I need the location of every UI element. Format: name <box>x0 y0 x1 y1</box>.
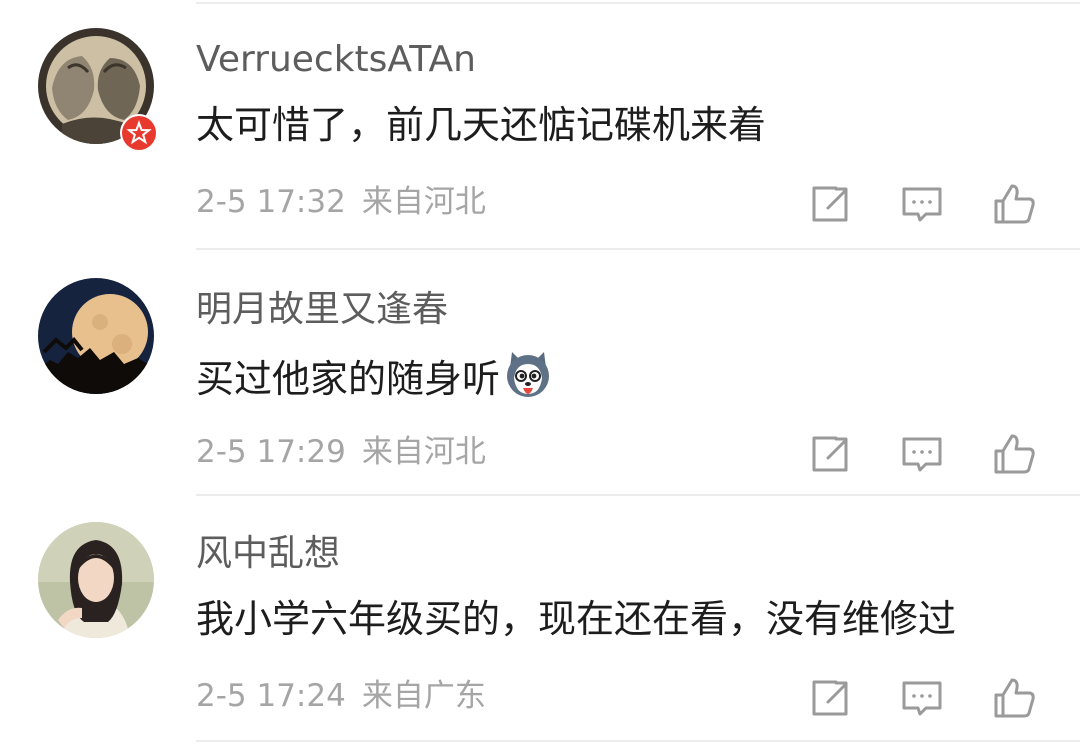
username[interactable]: 风中乱想 <box>196 532 340 576</box>
comment-item: 明月故里又逢春 买过他家的随身听 2-5 17:29 来自河北 <box>0 250 1080 494</box>
repost-icon[interactable] <box>806 180 854 228</box>
username[interactable]: VerruecktsATAn <box>196 38 476 82</box>
comment-text: 我小学六年级买的，现在还在看，没有维修过 <box>196 597 957 641</box>
username[interactable]: 明月故里又逢春 <box>196 288 448 332</box>
comment-actions <box>0 674 1080 722</box>
repost-icon[interactable] <box>806 674 854 722</box>
like-icon[interactable] <box>990 180 1038 228</box>
comment-actions <box>0 180 1080 228</box>
comment-text-content: 买过他家的随身听 <box>196 357 501 401</box>
comment-item: VerruecktsATAn 太可惜了，前几天还惦记碟机来着 2-5 17:32… <box>0 0 1080 244</box>
husky-dog-emoji <box>502 348 554 414</box>
like-icon[interactable] <box>990 430 1038 478</box>
reply-icon[interactable] <box>898 430 946 478</box>
comment-text: 太可惜了，前几天还惦记碟机来着 <box>196 103 767 147</box>
reply-icon[interactable] <box>898 674 946 722</box>
like-icon[interactable] <box>990 674 1038 722</box>
bottom-divider <box>196 740 1080 742</box>
reply-icon[interactable] <box>898 180 946 228</box>
comment-item: 风中乱想 我小学六年级买的，现在还在看，没有维修过 2-5 17:24 来自广东 <box>0 494 1080 738</box>
comment-text: 买过他家的随身听 <box>196 348 554 414</box>
red-star-badge-icon <box>120 114 158 152</box>
repost-icon[interactable] <box>806 430 854 478</box>
user-avatar[interactable] <box>38 278 154 394</box>
comment-actions <box>0 430 1080 478</box>
user-avatar[interactable] <box>38 522 154 638</box>
